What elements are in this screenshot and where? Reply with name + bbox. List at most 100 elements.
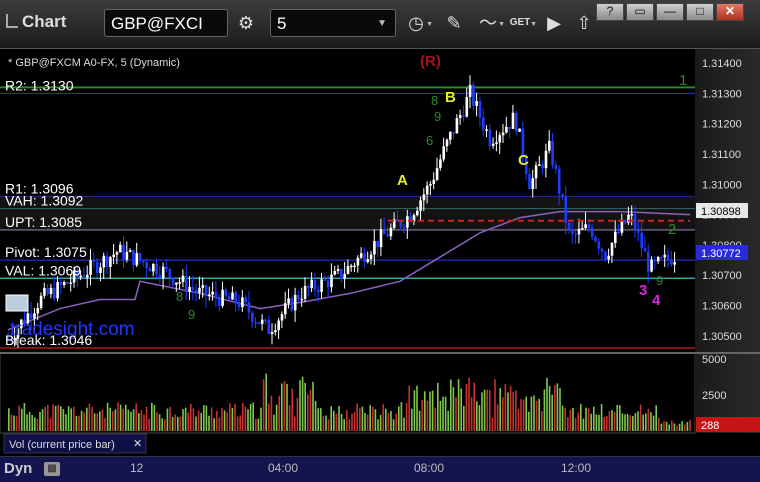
price-bar xyxy=(270,332,274,335)
clock-icon[interactable]: ◷ ▼ xyxy=(402,10,433,36)
volume-bar xyxy=(8,408,10,431)
volume-bar xyxy=(603,416,605,431)
volume-bar xyxy=(452,387,455,431)
price-bar xyxy=(488,129,492,146)
price-bar xyxy=(666,254,670,260)
symbol-selector[interactable]: GBP@FXCI xyxy=(104,9,228,37)
volume-bar xyxy=(444,396,447,431)
price-bar xyxy=(422,194,426,201)
price-bar xyxy=(614,231,617,243)
price-bar xyxy=(449,131,452,140)
price-chart[interactable]: 1.314001.313001.312001.311001.310001.309… xyxy=(0,49,760,456)
time-tick: 08:00 xyxy=(414,461,445,475)
interval-selector[interactable]: 5 ▼ xyxy=(270,9,396,37)
volume-bar xyxy=(34,417,36,431)
scroll-icon[interactable]: ⇧ xyxy=(570,10,598,36)
volume-bar xyxy=(218,417,221,431)
volume-bar xyxy=(91,407,93,431)
price-bar xyxy=(109,256,112,267)
price-axis-label: 1.31100 xyxy=(702,149,741,161)
volume-bar xyxy=(44,406,46,431)
volume-bar xyxy=(41,409,44,431)
volume-bar xyxy=(504,384,507,431)
volume-bar xyxy=(143,414,145,431)
volume-bar xyxy=(642,414,644,431)
price-bar xyxy=(581,228,584,230)
volume-bar xyxy=(327,419,330,431)
volume-bar xyxy=(507,392,509,431)
price-bar xyxy=(386,234,389,237)
volume-bar xyxy=(57,404,59,431)
price-bar xyxy=(425,185,429,195)
price-bar xyxy=(56,281,59,299)
volume-bar xyxy=(437,382,439,431)
volume-bar xyxy=(577,412,579,431)
close-button[interactable]: ✕ xyxy=(716,3,744,21)
play-icon[interactable]: ▶ xyxy=(540,10,568,36)
lock-icon[interactable]: ▩ xyxy=(44,462,60,476)
volume-bar xyxy=(83,412,85,431)
count-digit: 6 xyxy=(426,133,433,148)
pattern-marker: (R) xyxy=(420,53,441,70)
volume-bar xyxy=(216,411,218,431)
close-icon[interactable]: ✕ xyxy=(133,438,142,450)
price-bar xyxy=(145,262,148,269)
price-bar xyxy=(171,277,175,285)
indicator-icon[interactable]: 〜 ▼ xyxy=(474,10,505,36)
volume-bar xyxy=(359,408,361,431)
volume-bar xyxy=(639,404,642,431)
price-bar xyxy=(439,159,442,169)
volume-bar xyxy=(164,419,166,431)
volume-bar xyxy=(338,406,340,431)
volume-bar xyxy=(455,397,457,431)
price-bar xyxy=(346,265,350,274)
volume-bar xyxy=(364,412,366,431)
window-title: Chart xyxy=(6,12,66,32)
volume-bar xyxy=(424,391,426,431)
volume-bar xyxy=(624,414,626,431)
volume-bar xyxy=(96,413,98,431)
price-bar xyxy=(165,266,168,270)
volume-bar xyxy=(689,419,691,431)
volume-bar xyxy=(174,414,176,431)
minimize-button[interactable]: — xyxy=(656,3,684,21)
volume-bar xyxy=(418,410,421,431)
time-mode-label[interactable]: Dyn xyxy=(4,460,32,477)
price-bar xyxy=(379,229,383,248)
volume-bar xyxy=(569,409,572,431)
volume-bar xyxy=(93,413,96,431)
help-button[interactable]: ? xyxy=(596,3,624,21)
price-bar xyxy=(307,285,310,289)
draw-pencil-icon[interactable]: ✎ xyxy=(440,10,468,36)
volume-bar xyxy=(356,403,358,431)
volume-bar xyxy=(634,413,637,431)
price-bar xyxy=(280,314,284,321)
restore-button[interactable]: ▭ xyxy=(626,3,654,21)
price-bar xyxy=(251,312,254,322)
chevron-down-icon: ▼ xyxy=(377,18,387,29)
volume-bar xyxy=(247,409,249,431)
volume-bar xyxy=(374,409,377,431)
wave-label-b: B xyxy=(445,89,456,106)
volume-bar xyxy=(195,416,197,431)
price-bar xyxy=(495,142,498,144)
price-bar xyxy=(33,313,36,319)
volume-bar xyxy=(647,408,650,431)
volume-bar xyxy=(213,418,215,431)
volume-bar xyxy=(400,402,403,431)
get-button[interactable]: GET ▼ xyxy=(506,10,537,36)
price-bar xyxy=(138,253,142,261)
price-bar xyxy=(567,222,571,230)
level-label: VAH: 1.3092 xyxy=(5,193,84,209)
price-bar xyxy=(534,165,538,179)
volume-bar xyxy=(286,383,288,431)
price-bar xyxy=(574,233,577,236)
settings-gear-icon[interactable]: ⚙ xyxy=(232,10,260,36)
volume-bar xyxy=(312,381,314,431)
maximize-button[interactable]: □ xyxy=(686,3,714,21)
price-bar xyxy=(435,168,439,180)
volume-bar xyxy=(62,409,65,431)
replay-marker-icon[interactable] xyxy=(5,294,29,312)
volume-bar xyxy=(481,392,483,431)
price-bar xyxy=(119,244,122,253)
